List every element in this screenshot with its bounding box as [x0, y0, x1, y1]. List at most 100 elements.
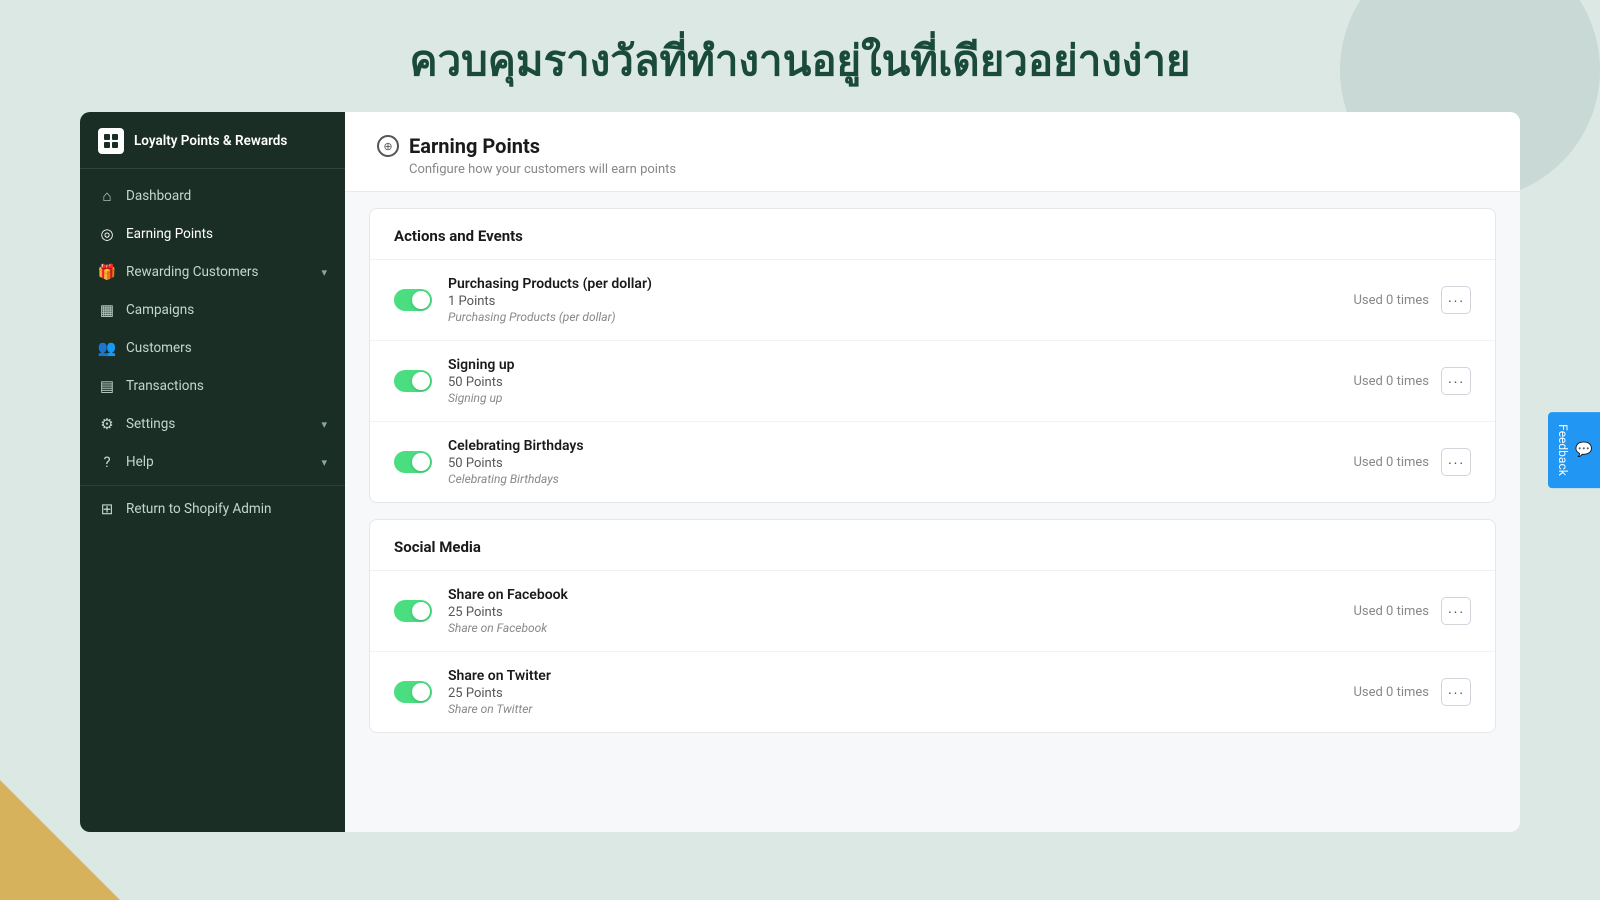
table-row: Share on Facebook 25 Points Share on Fac… [370, 571, 1495, 652]
content-page-header: ⊕ Earning Points Configure how your cust… [345, 112, 1520, 192]
more-button-twitter[interactable]: ··· [1441, 678, 1471, 706]
action-desc-birthdays: Celebrating Birthdays [448, 472, 1337, 486]
action-info-facebook: Share on Facebook 25 Points Share on Fac… [448, 587, 1337, 635]
toggle-facebook-switch[interactable] [394, 600, 432, 622]
action-desc-signing-up: Signing up [448, 391, 1337, 405]
sidebar-label-transactions: Transactions [126, 378, 204, 394]
calendar-icon: ▦ [98, 301, 116, 319]
chevron-down-icon: ▾ [321, 266, 327, 279]
action-name-twitter: Share on Twitter [448, 668, 1337, 684]
table-icon: ▤ [98, 377, 116, 395]
more-button-signing-up[interactable]: ··· [1441, 367, 1471, 395]
sidebar-item-earning-points[interactable]: ◎ Earning Points [80, 215, 345, 253]
home-icon: ⌂ [98, 187, 116, 205]
action-info-purchasing: Purchasing Products (per dollar) 1 Point… [448, 276, 1337, 324]
main-content: ⊕ Earning Points Configure how your cust… [345, 112, 1520, 832]
page-header-banner: ควบคุมรางวัลที่ทำงานอยู่ในที่เดียวอย่างง… [0, 0, 1600, 112]
users-icon: 👥 [98, 339, 116, 357]
sidebar-label-rewarding-customers: Rewarding Customers [126, 264, 258, 280]
feedback-icon: 💬 [1576, 441, 1592, 458]
page-header-top: ⊕ Earning Points [377, 134, 1488, 158]
more-button-facebook[interactable]: ··· [1441, 597, 1471, 625]
action-points-twitter: 25 Points [448, 686, 1337, 701]
action-desc-purchasing: Purchasing Products (per dollar) [448, 310, 1337, 324]
sidebar-divider [80, 485, 345, 486]
action-meta-twitter: Used 0 times ··· [1353, 678, 1471, 706]
action-meta-facebook: Used 0 times ··· [1353, 597, 1471, 625]
sidebar-item-settings[interactable]: ⚙ Settings ▾ [80, 405, 345, 443]
feedback-tab[interactable]: 💬 Feedback [1548, 412, 1600, 488]
toggle-signing-up-switch[interactable] [394, 370, 432, 392]
sidebar-label-settings: Settings [126, 416, 175, 432]
page-title: Earning Points [409, 134, 540, 158]
social-media-card: Social Media Share on Facebook 25 Points… [369, 519, 1496, 733]
action-points-facebook: 25 Points [448, 605, 1337, 620]
more-button-birthdays[interactable]: ··· [1441, 448, 1471, 476]
social-media-title: Social Media [370, 520, 1495, 570]
action-meta-birthdays: Used 0 times ··· [1353, 448, 1471, 476]
sidebar-label-help: Help [126, 454, 154, 470]
toggle-signing-up[interactable] [394, 370, 432, 392]
table-row: Celebrating Birthdays 50 Points Celebrat… [370, 422, 1495, 502]
used-times-birthdays: Used 0 times [1353, 455, 1429, 470]
more-button-purchasing[interactable]: ··· [1441, 286, 1471, 314]
action-info-twitter: Share on Twitter 25 Points Share on Twit… [448, 668, 1337, 716]
sidebar-item-rewarding-customers[interactable]: 🎁 Rewarding Customers ▾ [80, 253, 345, 291]
sidebar-brand: Loyalty Points & Rewards [80, 112, 345, 169]
circle-arrow-icon: ◎ [98, 225, 116, 243]
action-desc-facebook: Share on Facebook [448, 621, 1337, 635]
table-row: Signing up 50 Points Signing up Used 0 t… [370, 341, 1495, 422]
gift-icon: 🎁 [98, 263, 116, 281]
action-info-signing-up: Signing up 50 Points Signing up [448, 357, 1337, 405]
page-subtitle: Configure how your customers will earn p… [409, 162, 1488, 177]
action-points-signing-up: 50 Points [448, 375, 1337, 390]
chevron-down-help-icon: ▾ [321, 456, 327, 469]
action-points-birthdays: 50 Points [448, 456, 1337, 471]
sidebar-nav: ⌂ Dashboard ◎ Earning Points 🎁 Rewarding… [80, 169, 345, 536]
sidebar-item-transactions[interactable]: ▤ Transactions [80, 367, 345, 405]
action-name-birthdays: Celebrating Birthdays [448, 438, 1337, 454]
sidebar-item-return-shopify[interactable]: ⊞ Return to Shopify Admin [80, 490, 345, 528]
toggle-twitter[interactable] [394, 681, 432, 703]
action-name-signing-up: Signing up [448, 357, 1337, 373]
sidebar-label-return-shopify: Return to Shopify Admin [126, 501, 272, 517]
toggle-birthdays-switch[interactable] [394, 451, 432, 473]
brand-name: Loyalty Points & Rewards [134, 133, 287, 149]
action-desc-twitter: Share on Twitter [448, 702, 1337, 716]
action-meta-signing-up: Used 0 times ··· [1353, 367, 1471, 395]
sidebar-label-campaigns: Campaigns [126, 302, 194, 318]
main-layout: Loyalty Points & Rewards ⌂ Dashboard ◎ E… [0, 112, 1600, 832]
sidebar-item-customers[interactable]: 👥 Customers [80, 329, 345, 367]
feedback-label: Feedback [1556, 424, 1570, 476]
brand-icon [98, 128, 124, 154]
toggle-twitter-switch[interactable] [394, 681, 432, 703]
sidebar-item-help[interactable]: ? Help ▾ [80, 443, 345, 481]
sidebar-item-dashboard[interactable]: ⌂ Dashboard [80, 177, 345, 215]
used-times-twitter: Used 0 times [1353, 685, 1429, 700]
action-name-purchasing: Purchasing Products (per dollar) [448, 276, 1337, 292]
actions-events-card: Actions and Events Purchasing Products (… [369, 208, 1496, 503]
action-info-birthdays: Celebrating Birthdays 50 Points Celebrat… [448, 438, 1337, 486]
sidebar-label-earning-points: Earning Points [126, 226, 213, 242]
action-meta-purchasing: Used 0 times ··· [1353, 286, 1471, 314]
table-row: Share on Twitter 25 Points Share on Twit… [370, 652, 1495, 732]
table-row: Purchasing Products (per dollar) 1 Point… [370, 260, 1495, 341]
shopify-icon: ⊞ [98, 500, 116, 518]
toggle-birthdays[interactable] [394, 451, 432, 473]
chevron-down-settings-icon: ▾ [321, 418, 327, 431]
used-times-facebook: Used 0 times [1353, 604, 1429, 619]
action-name-facebook: Share on Facebook [448, 587, 1337, 603]
toggle-purchasing[interactable] [394, 289, 432, 311]
sidebar-item-campaigns[interactable]: ▦ Campaigns [80, 291, 345, 329]
question-icon: ? [98, 453, 116, 471]
used-times-purchasing: Used 0 times [1353, 293, 1429, 308]
actions-events-title: Actions and Events [370, 209, 1495, 259]
gear-icon: ⚙ [98, 415, 116, 433]
sidebar: Loyalty Points & Rewards ⌂ Dashboard ◎ E… [80, 112, 345, 832]
action-points-purchasing: 1 Points [448, 294, 1337, 309]
toggle-purchasing-switch[interactable] [394, 289, 432, 311]
used-times-signing-up: Used 0 times [1353, 374, 1429, 389]
banner-title: ควบคุมรางวัลที่ทำงานอยู่ในที่เดียวอย่างง… [0, 28, 1600, 94]
toggle-facebook[interactable] [394, 600, 432, 622]
earning-points-icon: ⊕ [377, 135, 399, 157]
